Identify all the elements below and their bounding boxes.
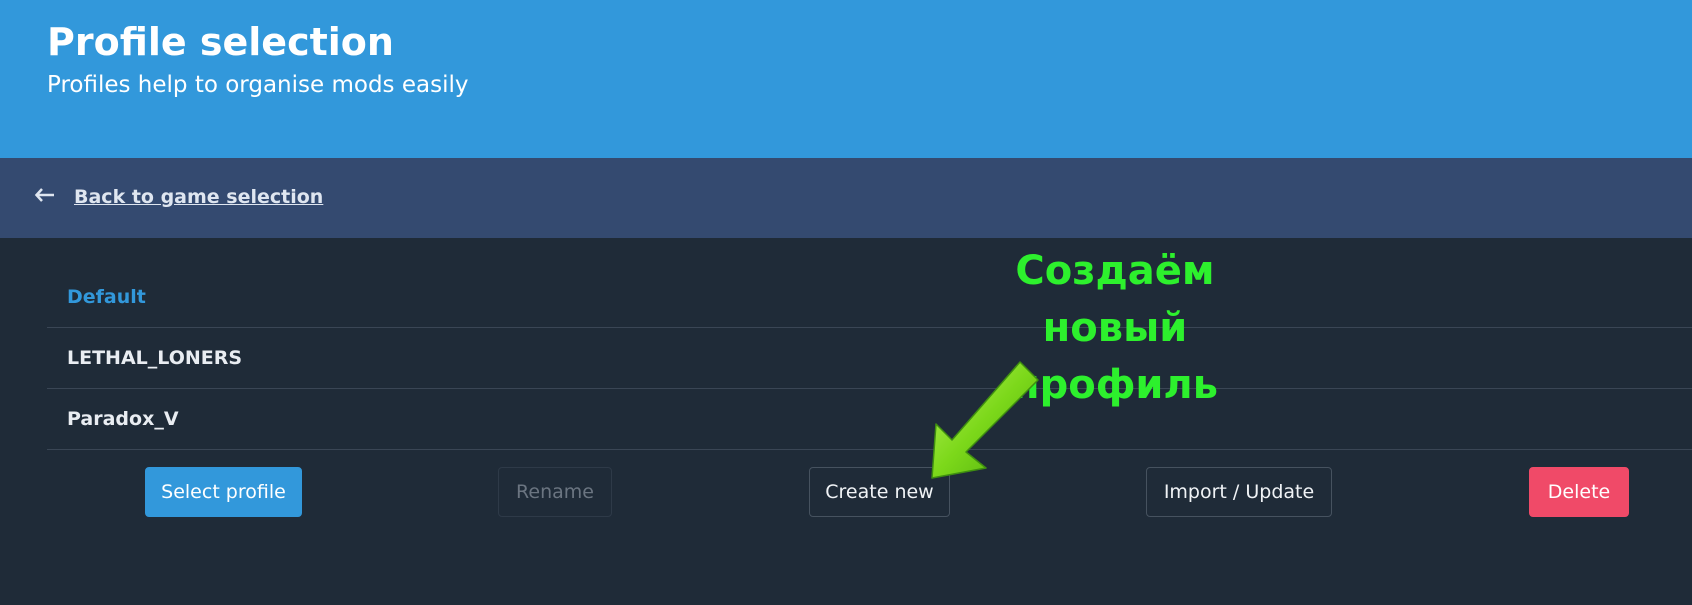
profile-item-default[interactable]: Default: [47, 267, 1692, 328]
profile-panel: Default LETHAL_LONERS Paradox_V Select p…: [0, 238, 1692, 605]
arrow-left-icon[interactable]: [34, 184, 56, 206]
annotation-line-2: новый: [1042, 305, 1188, 351]
profile-list: Default LETHAL_LONERS Paradox_V: [47, 267, 1692, 450]
annotation-arrow-icon: [931, 361, 1039, 479]
profile-item-lethal-loners[interactable]: LETHAL_LONERS: [47, 328, 1692, 389]
page-title: Profile selection: [47, 20, 394, 64]
annotation-line-1: Создаём: [1015, 248, 1215, 294]
delete-button[interactable]: Delete: [1529, 467, 1629, 517]
import-update-button[interactable]: Import / Update: [1146, 467, 1332, 517]
page-header: Profile selection Profiles help to organ…: [0, 0, 1692, 158]
profile-item-paradox-v[interactable]: Paradox_V: [47, 389, 1692, 450]
select-profile-button[interactable]: Select profile: [145, 467, 302, 517]
navigation-bar: Back to game selection: [0, 158, 1692, 238]
back-to-game-selection-link[interactable]: Back to game selection: [74, 184, 323, 210]
page-subtitle: Profiles help to organise mods easily: [47, 72, 469, 98]
rename-button[interactable]: Rename: [498, 467, 612, 517]
